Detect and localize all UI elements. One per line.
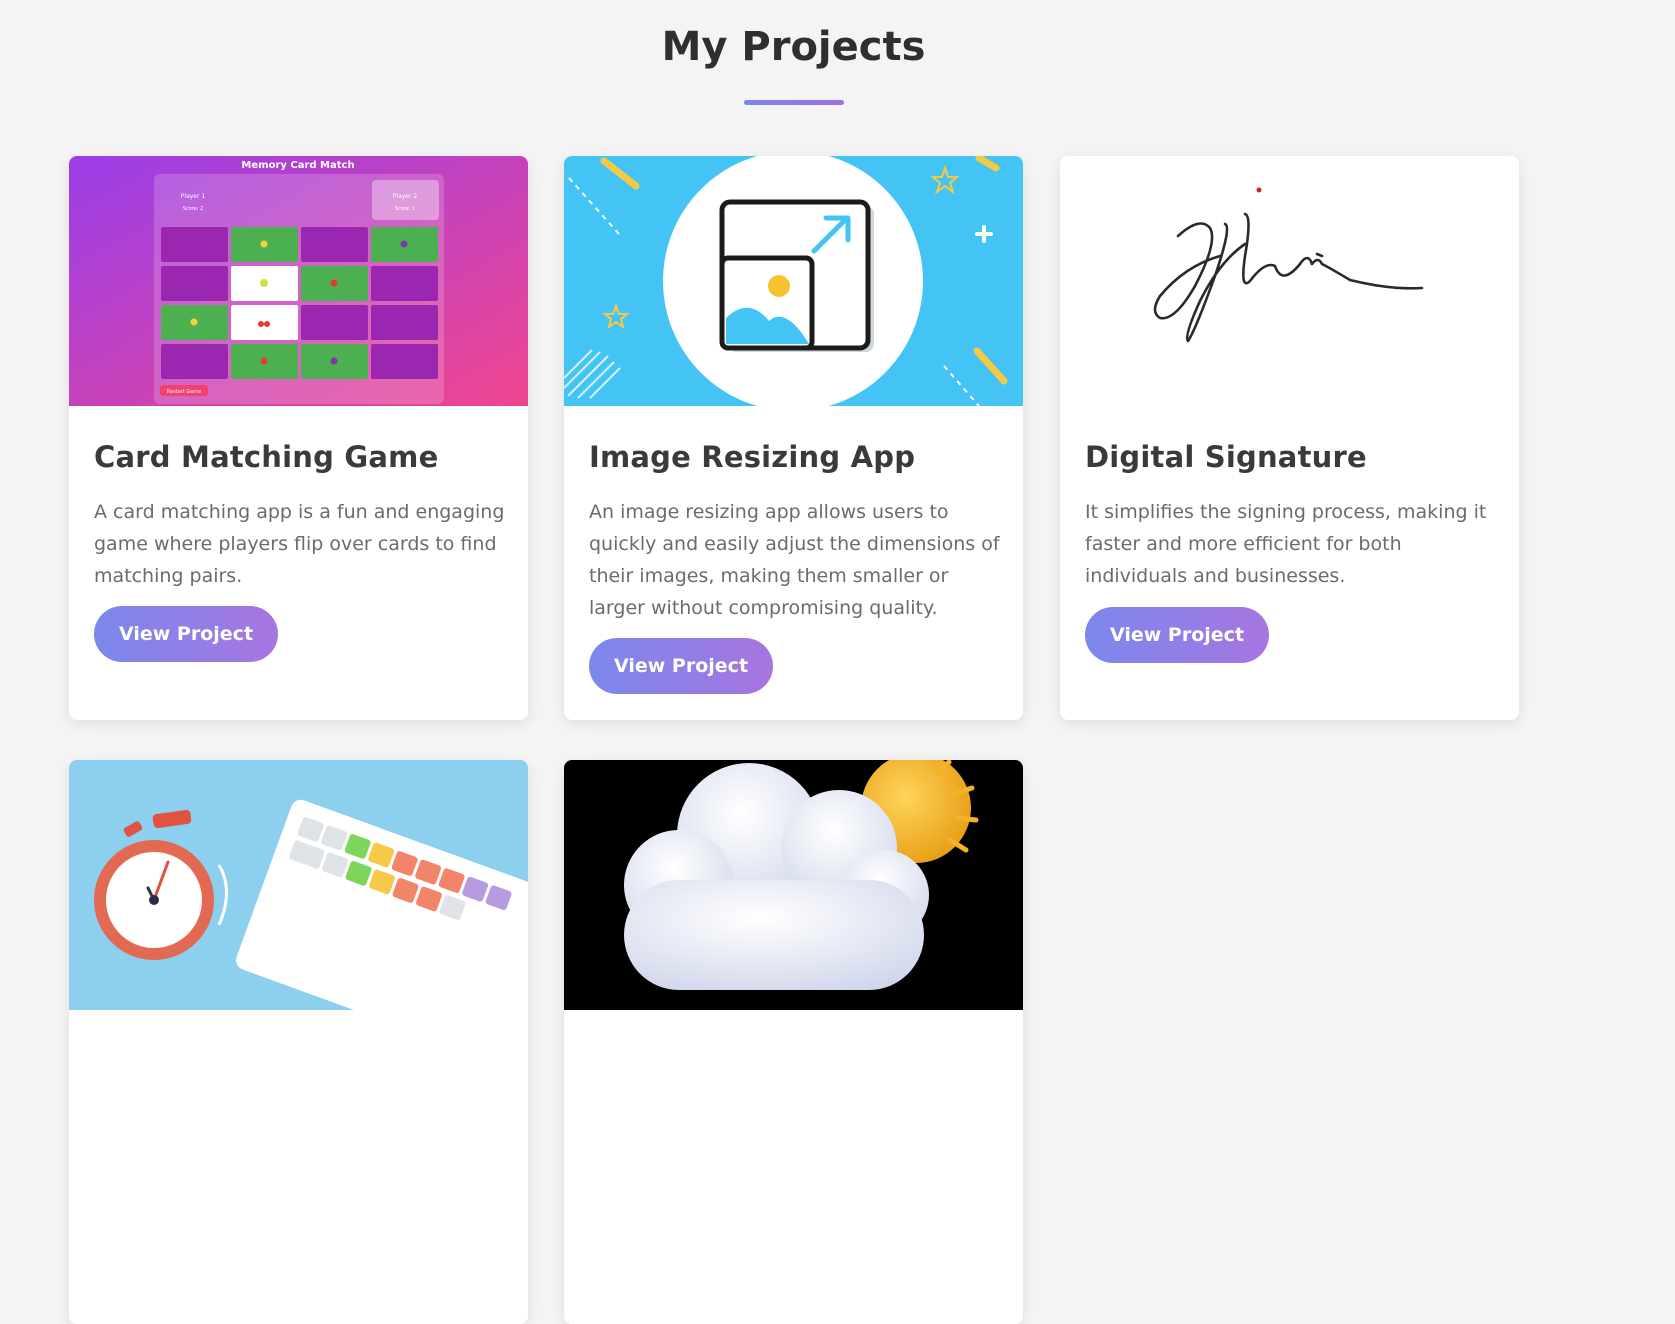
project-card-weather — [564, 760, 1023, 1324]
card-description: It simplifies the signing process, makin… — [1085, 501, 1487, 587]
thumb-heading: Memory Card Match — [241, 160, 354, 171]
card-matching-screenshot: Memory Card Match Player 1 Score: 2 Play… — [69, 156, 528, 406]
resize-icon — [719, 199, 874, 352]
project-card-digital-signature: Digital Signature It simplifies the sign… — [1060, 156, 1519, 720]
card-description: An image resizing app allows users to qu… — [589, 501, 1000, 619]
thumb-player2-label: Player 2 — [393, 193, 418, 200]
view-project-button[interactable]: View Project — [1085, 607, 1270, 663]
card-title: Digital Signature — [1085, 440, 1367, 474]
weather-thumbnail[interactable] — [564, 760, 1023, 1010]
title-underline — [744, 100, 844, 105]
project-card-card-matching: Memory Card Match Player 1 Score: 2 Play… — [69, 156, 528, 720]
typing-illustration — [69, 760, 528, 1010]
thumb-restart-label: Restart Game — [167, 389, 201, 395]
thumb-player2-score: Score: 1 — [395, 206, 415, 212]
card-title: Card Matching Game — [94, 440, 439, 474]
digital-signature-thumbnail[interactable] — [1060, 156, 1519, 406]
card-title: Image Resizing App — [589, 440, 916, 474]
thumb-player1-label: Player 1 — [181, 193, 206, 200]
weather-illustration — [564, 760, 1023, 1010]
thumb-player1-score: Score: 2 — [183, 206, 203, 212]
image-resizing-thumbnail[interactable] — [564, 156, 1023, 406]
project-card-image-resizing: Image Resizing App An image resizing app… — [564, 156, 1023, 720]
view-project-button[interactable]: View Project — [589, 638, 774, 694]
resize-illustration — [564, 156, 1023, 406]
signature-image — [1060, 156, 1519, 406]
card-matching-thumbnail[interactable]: Memory Card Match Player 1 Score: 2 Play… — [69, 156, 528, 406]
card-description: A card matching app is a fun and engagin… — [94, 501, 505, 587]
project-card-typing — [69, 760, 528, 1324]
view-project-button[interactable]: View Project — [94, 606, 279, 662]
typing-thumbnail[interactable] — [69, 760, 528, 1010]
page-title: My Projects — [661, 24, 926, 70]
